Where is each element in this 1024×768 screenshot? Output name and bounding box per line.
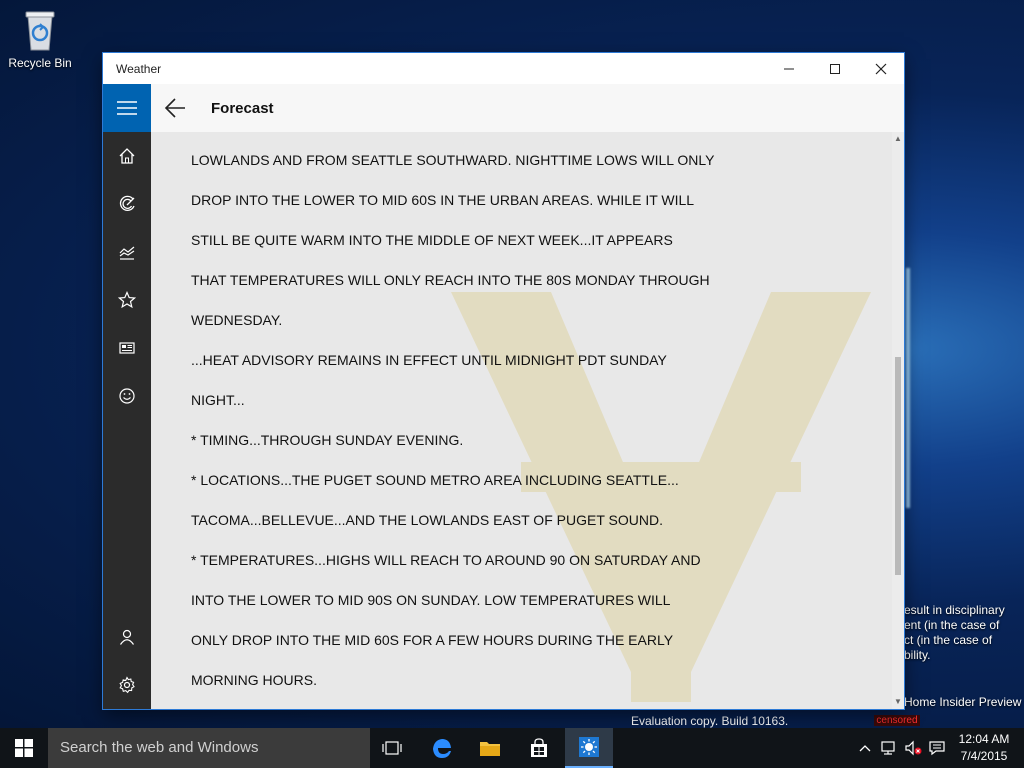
forecast-line: TACOMA...BELLEVUE...AND THE LOWLANDS EAS… [191, 512, 663, 528]
page-title: Forecast [211, 100, 274, 117]
notice-line: esult in disciplinary [904, 603, 1005, 617]
recycle-bin[interactable]: Recycle Bin [4, 8, 76, 70]
minimize-button[interactable] [766, 53, 812, 84]
news-icon [119, 342, 135, 354]
store-button[interactable] [515, 728, 563, 768]
vertical-scrollbar[interactable]: ▲ ▼ [892, 132, 904, 709]
maximize-icon [830, 63, 840, 74]
title-bar[interactable]: Weather [103, 53, 904, 84]
nav-maps[interactable] [103, 180, 151, 228]
maximize-button[interactable] [812, 53, 858, 84]
forecast-line: INTO THE LOWER TO MID 90S ON SUNDAY. LOW… [191, 592, 671, 608]
forecast-line: LOWLANDS AND FROM SEATTLE SOUTHWARD. NIG… [191, 152, 715, 168]
notice-line: bility. [904, 648, 931, 662]
back-button[interactable] [163, 96, 189, 120]
store-icon [531, 738, 547, 757]
gear-icon [119, 676, 135, 694]
task-view-button[interactable] [368, 728, 416, 768]
nav-settings[interactable] [103, 661, 151, 709]
person-icon [120, 629, 134, 645]
taskbar: Search the web and Windows 12:04 AM 7/4/… [0, 728, 1024, 768]
show-hidden-icons-button[interactable] [856, 728, 874, 768]
weather-sun-icon [579, 737, 599, 757]
home-icon [119, 148, 135, 164]
nav-sidebar [103, 132, 151, 709]
weather-window: Weather Forecast LOWLANDS AND FROM SEATT… [103, 53, 904, 709]
file-explorer-button[interactable] [466, 728, 514, 768]
close-icon [875, 63, 887, 74]
search-input[interactable]: Search the web and Windows [48, 728, 370, 768]
forecast-line: * TIMING...THROUGH SUNDAY EVENING. [191, 432, 464, 448]
nav-account[interactable] [103, 613, 151, 661]
evaluation-text: Evaluation copy. Build 10163. [631, 714, 789, 728]
scroll-up-icon[interactable]: ▲ [893, 134, 903, 144]
nav-home[interactable] [103, 132, 151, 180]
nav-places[interactable] [103, 276, 151, 324]
notice-line: ct (in the case of [904, 633, 993, 647]
clock-time: 12:04 AM [958, 732, 1010, 746]
forecast-line: MORNING HOURS. [191, 672, 317, 688]
nav-historical-weather[interactable] [103, 228, 151, 276]
volume-muted-icon [905, 740, 922, 756]
nav-news[interactable] [103, 324, 151, 372]
forecast-text: LOWLANDS AND FROM SEATTLE SOUTHWARD. NIG… [191, 150, 715, 709]
insider-preview-text: Home Insider Preview [904, 695, 1022, 709]
light-beam [906, 268, 910, 508]
edge-button[interactable] [418, 728, 466, 768]
smiley-icon [119, 388, 135, 404]
nav-life[interactable] [103, 372, 151, 420]
forecast-line: WEDNESDAY. [191, 312, 283, 328]
notice-line: ent (in the case of [904, 618, 1000, 632]
app-header: Forecast [103, 84, 904, 132]
forecast-line: THAT TEMPERATURES WILL ONLY REACH INTO T… [191, 272, 710, 288]
volume-button[interactable] [902, 728, 924, 768]
forecast-line: NIGHT... [191, 392, 245, 408]
forecast-line: STILL BE QUITE WARM INTO THE MIDDLE OF N… [191, 232, 673, 248]
forecast-line: ...HEAT ADVISORY REMAINS IN EFFECT UNTIL… [191, 352, 667, 368]
forecast-line: DROP INTO THE LOWER TO MID 60S IN THE UR… [191, 192, 695, 208]
radar-icon [119, 195, 135, 211]
edge-icon [433, 739, 451, 758]
scroll-thumb[interactable] [895, 357, 901, 575]
network-button[interactable] [878, 728, 900, 768]
forecast-content[interactable]: LOWLANDS AND FROM SEATTLE SOUTHWARD. NIG… [151, 132, 892, 709]
message-icon [929, 741, 945, 756]
recycle-bin-label: Recycle Bin [8, 56, 72, 70]
desktop-notice-text: esult in disciplinary ent (in the case o… [904, 603, 1024, 663]
scroll-down-icon[interactable]: ▼ [893, 697, 903, 707]
hamburger-button[interactable] [103, 84, 151, 132]
censored-label: censored [874, 715, 920, 726]
forecast-line: ONLY DROP INTO THE MID 60S FOR A FEW HOU… [191, 632, 674, 648]
task-view-icon [382, 741, 402, 755]
minimize-icon [784, 68, 794, 69]
back-arrow-icon [164, 98, 185, 118]
chevron-up-icon [859, 745, 871, 752]
action-center-button[interactable] [926, 728, 948, 768]
folder-icon [480, 742, 500, 756]
weather-app-button[interactable] [565, 728, 613, 768]
window-title: Weather [116, 62, 162, 76]
hamburger-icon [117, 101, 137, 115]
forecast-line: * LOCATIONS...THE PUGET SOUND METRO AREA… [191, 472, 679, 488]
evaluation-watermark: Evaluation copy. Build 10163. censored [628, 714, 1024, 728]
clock[interactable]: 12:04 AM 7/4/2015 [952, 731, 1016, 765]
chart-icon [119, 246, 135, 260]
forecast-line: * TEMPERATURES...HIGHS WILL REACH TO ARO… [191, 552, 701, 568]
clock-date: 7/4/2015 [960, 749, 1008, 763]
recycle-bin-icon [20, 8, 60, 52]
start-button[interactable] [0, 728, 48, 768]
windows-logo-icon [15, 739, 33, 757]
close-button[interactable] [858, 53, 904, 84]
network-icon [881, 741, 895, 755]
star-icon [118, 291, 136, 309]
